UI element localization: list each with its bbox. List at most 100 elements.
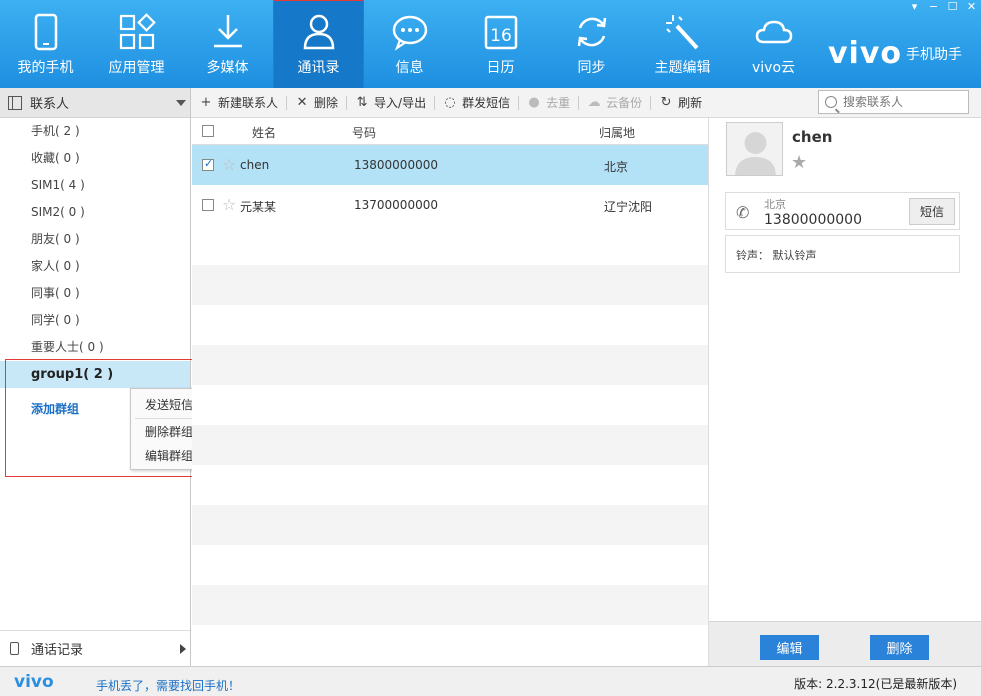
nav-label: 应用管理 [108,60,165,76]
nav-multimedia[interactable]: 多媒体 [182,0,273,88]
star-icon[interactable]: ☆ [222,155,236,174]
apps-icon [117,12,157,52]
search-box[interactable] [818,90,969,114]
address-book-icon [8,95,22,110]
phone-icon [10,642,19,655]
row-checkbox[interactable] [202,157,214,171]
minimize-icon[interactable]: − [924,0,943,14]
plus-icon: + [200,95,212,110]
group-sms-button[interactable]: ◌ 群发短信 [435,88,518,118]
contacts-table: 姓名 号码 归属地 ☆ chen 13800000000 北京 ☆ 元某某 13… [192,118,708,666]
delete-button[interactable]: ✕ 删除 [287,88,346,118]
chevron-right-icon [180,644,186,654]
add-group-link[interactable]: 添加群组 [31,400,79,417]
group-item-group1[interactable]: group1( 2 ) [0,361,190,388]
column-number: 号码 [352,126,377,140]
empty-row [192,425,708,465]
empty-row [192,225,708,265]
contact-number: 13700000000 [354,198,438,212]
group-item-sim2[interactable]: SIM2( 0 ) [0,199,190,226]
contact-details: chen ★ ✆ 北京 13800000000 短信 铃声： 默认铃声 编辑 删… [708,118,981,666]
import-export-label: 导入/导出 [374,96,427,110]
edit-button[interactable]: 编辑 [760,635,819,660]
dedupe-label: 去重 [546,96,571,110]
table-row[interactable]: ☆ 元某某 13700000000 辽宁沈阳 [192,185,708,225]
version-label: 版本: 2.2.3.12(已是最新版本) [794,677,957,691]
magic-wand-icon [663,12,703,52]
menu-dropdown-icon[interactable]: ▾ [905,0,924,14]
find-phone-link[interactable]: 手机丢了，需要找回手机！ [96,677,240,694]
calendar-day: 16 [490,26,512,46]
ringtone-field: 铃声： 默认铃声 [725,235,960,273]
phone-number: 13800000000 [764,212,862,228]
group-item-colleagues[interactable]: 同事( 0 ) [0,280,190,307]
sidebar: 联系人 手机( 2 ) 收藏( 0 ) SIM1( 4 ) SIM2( 0 ) … [0,88,191,666]
contacts-header-label: 联系人 [30,97,70,112]
empty-row [192,545,708,585]
new-contact-button[interactable]: + 新建联系人 [191,88,286,118]
group-item-vip[interactable]: 重要人士( 0 ) [0,334,190,361]
delete-label: 删除 [314,96,339,110]
table-header: 姓名 号码 归属地 [192,118,708,145]
nav-label: 同步 [577,60,606,76]
close-icon[interactable]: ✕ [962,0,981,14]
empty-row [192,305,708,345]
star-icon[interactable]: ★ [791,152,807,173]
nav-my-phone[interactable]: 我的手机 [0,0,91,88]
empty-row [192,585,708,625]
star-icon[interactable]: ☆ [222,195,236,214]
nav-messages[interactable]: 信息 [364,0,455,88]
nav-label: 主题编辑 [654,60,711,76]
empty-row [192,345,708,385]
contact-name: chen [792,128,833,146]
column-location: 归属地 [599,126,636,140]
group-item-sim1[interactable]: SIM1( 4 ) [0,172,190,199]
contact-location: 辽宁沈阳 [604,200,653,214]
phone-icon [26,12,66,52]
close-icon: ✕ [296,95,308,110]
select-all-checkbox[interactable] [202,125,214,137]
cloud-backup-button[interactable]: ☁ 云备份 [579,88,650,118]
sms-button[interactable]: 短信 [909,198,955,225]
table-row[interactable]: ☆ chen 13800000000 北京 [192,145,708,185]
nav-vivo-cloud[interactable]: vivo云 [728,0,819,88]
main-nav: 我的手机 应用管理 多媒体 通讯录 信息 16 日历 同步 主题编辑 vivo云 [0,0,819,89]
chat-bubble-icon: ◌ [444,95,456,110]
search-input[interactable] [843,95,961,109]
nav-sync[interactable]: 同步 [546,0,637,88]
maximize-icon[interactable]: ☐ [943,0,962,14]
window-controls: ▾ − ☐ ✕ [905,0,981,14]
nav-calendar[interactable]: 16 日历 [455,0,546,88]
nav-label: 我的手机 [17,60,74,76]
contacts-header[interactable]: 联系人 [0,88,190,118]
nav-app-manager[interactable]: 应用管理 [91,0,182,88]
row-checkbox[interactable] [202,199,214,211]
avatar [726,122,783,176]
contact-name: chen [240,158,270,172]
sync-icon [572,12,612,52]
refresh-button[interactable]: ↻ 刷新 [651,88,710,118]
empty-row [192,385,708,425]
group-item-classmates[interactable]: 同学( 0 ) [0,307,190,334]
group-item-friends[interactable]: 朋友( 0 ) [0,226,190,253]
cloud-icon [754,12,794,52]
contacts-icon [299,12,339,52]
group-item-family[interactable]: 家人( 0 ) [0,253,190,280]
delete-button[interactable]: 删除 [870,635,929,660]
dedupe-button[interactable]: ● 去重 [519,88,578,118]
calendar-icon: 16 [481,12,521,52]
download-icon [208,12,248,52]
group-item-phone[interactable]: 手机( 2 ) [0,118,190,145]
import-export-button[interactable]: ⇅ 导入/导出 [347,88,434,118]
column-name: 姓名 [252,126,277,140]
refresh-icon: ↻ [660,95,672,110]
call-log-item[interactable]: 通话记录 [0,630,190,666]
nav-theme-editor[interactable]: 主题编辑 [637,0,728,88]
group-item-favorites[interactable]: 收藏( 0 ) [0,145,190,172]
empty-row [192,465,708,505]
details-footer: 编辑 删除 [709,621,981,666]
nav-label: 信息 [395,60,424,76]
vivo-logo: vivo [14,672,54,692]
brand: vivo 手机助手 [828,36,962,71]
nav-contacts[interactable]: 通讯录 [273,0,364,89]
